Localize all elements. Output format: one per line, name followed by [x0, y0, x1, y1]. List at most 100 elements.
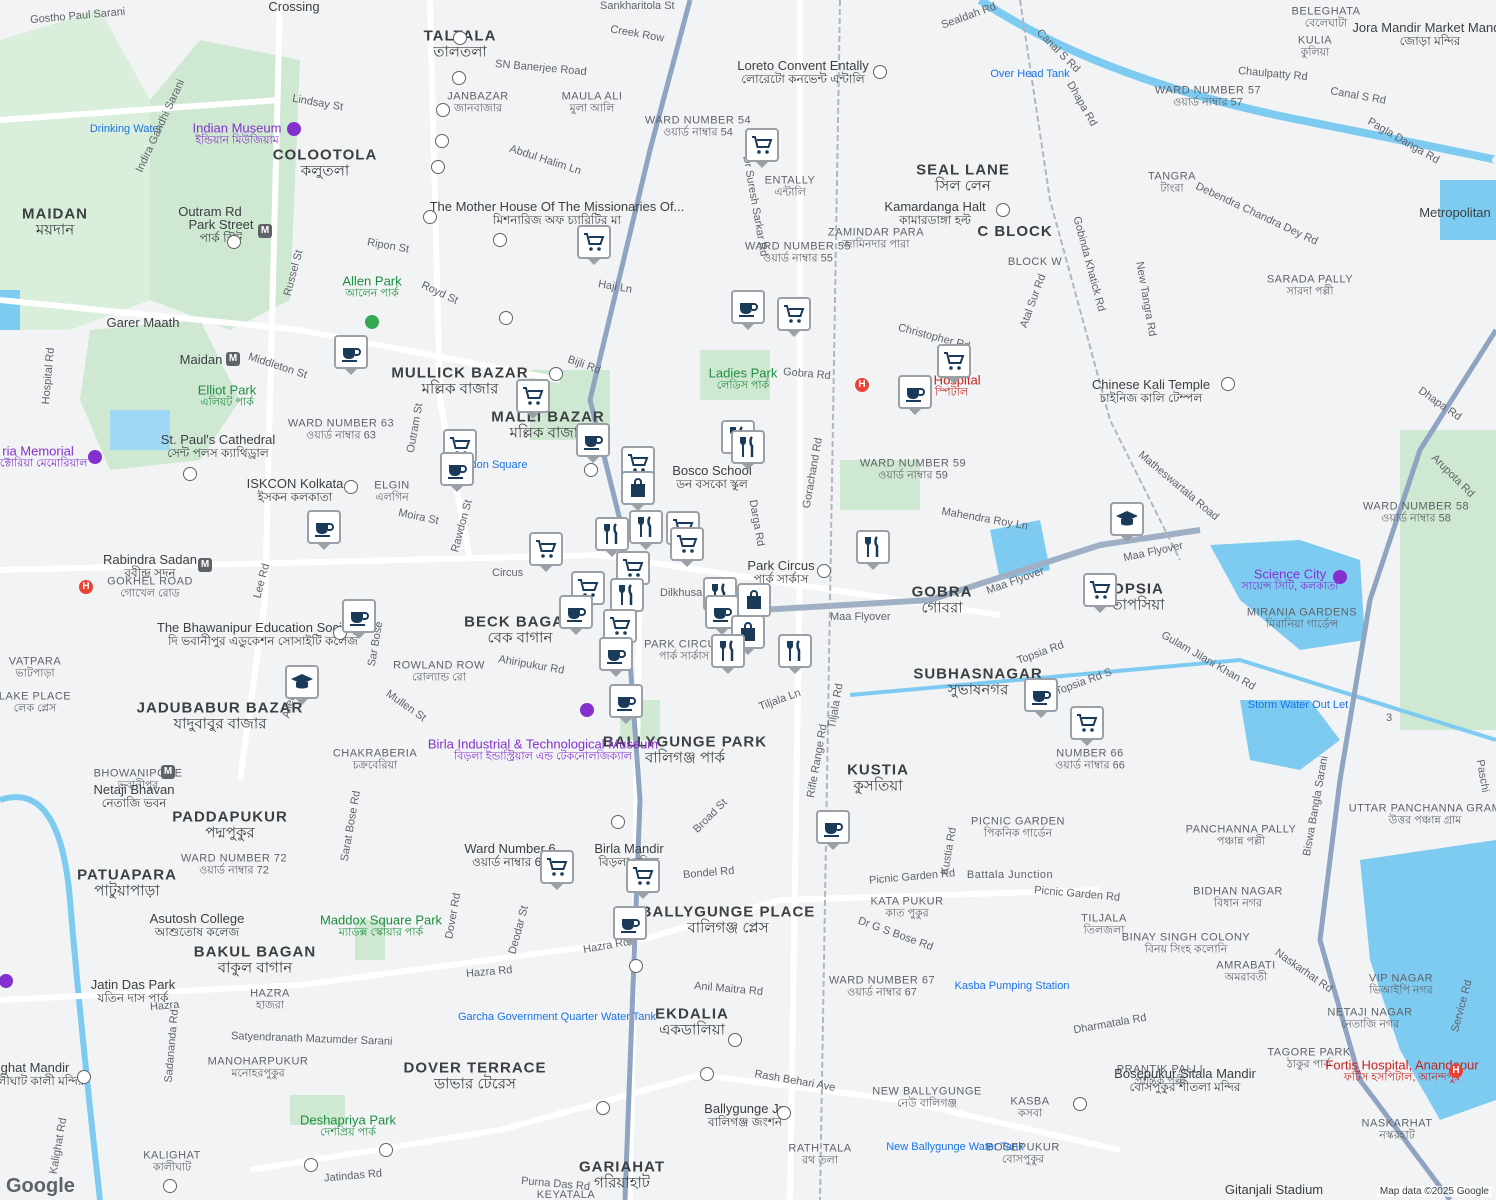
- google-logo[interactable]: Google: [6, 1175, 75, 1198]
- garcha-tank-label: Garcha Government Quarter Water Tank: [458, 1012, 656, 1024]
- hospital-icon[interactable]: H: [79, 580, 93, 594]
- shopping-cart-marker[interactable]: [1083, 573, 1117, 607]
- label-en: Loreto Convent Entally: [737, 57, 869, 73]
- poi-icon[interactable]: [996, 203, 1010, 217]
- vatpara-label: VATPARA ভাটপাড়া: [9, 656, 61, 679]
- label-bn: ওয়ার্ড নাম্বার 67: [847, 986, 917, 998]
- shopping-cart-marker[interactable]: [670, 527, 704, 561]
- label-bn: তালতলা: [433, 43, 487, 60]
- label-bn: ওয়ার্ড নাম্বার 66: [1055, 759, 1125, 771]
- museum-icon[interactable]: [580, 703, 594, 717]
- label-bn: নেউ বালিগঞ্জ: [897, 1097, 957, 1109]
- poi-icon[interactable]: [1221, 377, 1235, 391]
- shopping-bag-marker[interactable]: [737, 583, 771, 617]
- label-bn: কালীঘাট কালী মন্দির: [0, 1073, 85, 1088]
- coffee-icon: [350, 612, 369, 626]
- poi-icon[interactable]: [423, 210, 437, 224]
- metro-station-icon[interactable]: M: [198, 558, 212, 572]
- map-canvas[interactable]: TALTALAতালতলাCOLOOTOLAকলুতলাMAIDANময়দান…: [0, 0, 1496, 1200]
- storm-water-label: Storm Water Out Let: [1248, 700, 1348, 712]
- poi-icon[interactable]: [436, 103, 450, 117]
- poi-icon[interactable]: [777, 1106, 791, 1120]
- new-ballygunge-label: NEW BALLYGUNGE নেউ বালিগঞ্জ: [872, 1086, 982, 1109]
- coffee-marker[interactable]: [731, 290, 765, 324]
- school-marker[interactable]: [285, 665, 319, 699]
- shopping-cart-marker[interactable]: [1070, 706, 1104, 740]
- restaurant-marker[interactable]: [629, 510, 663, 544]
- maidan-west-park: [0, 10, 150, 330]
- poi-icon[interactable]: [77, 1070, 91, 1084]
- coffee-marker[interactable]: [599, 637, 633, 671]
- shopping-cart-marker[interactable]: [937, 344, 971, 378]
- coffee-icon: [584, 436, 603, 450]
- coffee-marker[interactable]: [559, 595, 593, 629]
- coffee-marker[interactable]: [609, 684, 643, 718]
- poi-icon[interactable]: [493, 233, 507, 247]
- poi-icon[interactable]: [453, 31, 467, 45]
- poi-icon[interactable]: [163, 1179, 177, 1193]
- coffee-marker[interactable]: [613, 906, 647, 940]
- coffee-marker[interactable]: [1024, 678, 1058, 712]
- coffee-marker[interactable]: [898, 375, 932, 409]
- hospital-icon[interactable]: H: [855, 378, 869, 392]
- map-attribution[interactable]: Map data ©2025 Google: [1376, 1186, 1492, 1197]
- poi-icon[interactable]: [629, 959, 643, 973]
- poi-icon[interactable]: [431, 160, 445, 174]
- rail-central: [819, 0, 841, 1200]
- museum-icon[interactable]: [287, 122, 301, 136]
- garer-maath-label: Garer Maath: [107, 316, 180, 330]
- poi-icon[interactable]: [379, 1143, 393, 1157]
- coffee-icon: [739, 303, 758, 317]
- shopping-cart-marker[interactable]: [777, 297, 811, 331]
- restaurant-marker[interactable]: [595, 517, 629, 551]
- poi-icon[interactable]: [1073, 1097, 1087, 1111]
- coffee-marker[interactable]: [576, 423, 610, 457]
- poi-icon[interactable]: [499, 311, 513, 325]
- shopping-cart-marker[interactable]: [540, 850, 574, 884]
- metro-station-icon[interactable]: M: [258, 224, 272, 238]
- restaurant-marker[interactable]: [711, 634, 745, 668]
- poi-icon[interactable]: [183, 467, 197, 481]
- poi-icon[interactable]: [452, 71, 466, 85]
- museum-icon[interactable]: [88, 450, 102, 464]
- shopping-cart-marker[interactable]: [745, 128, 779, 162]
- park-tree-icon[interactable]: [365, 315, 379, 329]
- restaurant-marker[interactable]: [731, 430, 765, 464]
- metro-station-icon[interactable]: M: [161, 765, 175, 779]
- poi-icon[interactable]: [344, 480, 358, 494]
- poi-icon[interactable]: [817, 564, 831, 578]
- poi-icon[interactable]: [304, 1158, 318, 1172]
- shopping-bag-icon: [747, 590, 761, 609]
- poi-icon[interactable]: [596, 1101, 610, 1115]
- shopping-cart-marker[interactable]: [516, 379, 550, 413]
- museum-icon[interactable]: [1333, 570, 1347, 584]
- shopping-cart-marker[interactable]: [577, 225, 611, 259]
- shopping-cart-icon: [547, 858, 568, 876]
- coffee-marker[interactable]: [334, 335, 368, 369]
- poi-icon[interactable]: [584, 463, 598, 477]
- poi-icon[interactable]: [227, 235, 241, 249]
- poi-icon[interactable]: [611, 815, 625, 829]
- poi-icon[interactable]: [873, 65, 887, 79]
- coffee-marker[interactable]: [816, 810, 850, 844]
- restaurant-marker[interactable]: [856, 530, 890, 564]
- victoria-memorial-label: ria Memorialভিক্টোরিয়া মেমোরিয়াল: [0, 444, 87, 469]
- poi-icon[interactable]: [549, 367, 563, 381]
- hospital-icon[interactable]: H: [1449, 1064, 1463, 1078]
- poi-icon[interactable]: [435, 134, 449, 148]
- coffee-marker[interactable]: [440, 452, 474, 486]
- coffee-marker[interactable]: [307, 510, 341, 544]
- shopping-bag-marker[interactable]: [621, 471, 655, 505]
- shopping-cart-marker[interactable]: [626, 859, 660, 893]
- shopping-cart-marker[interactable]: [529, 532, 563, 566]
- maula-ali-label: MAULA ALI মুলা আলি: [562, 91, 623, 114]
- metro-station-icon[interactable]: M: [226, 352, 240, 366]
- shopping-cart-icon: [1090, 581, 1111, 599]
- restaurant-marker[interactable]: [610, 578, 644, 612]
- poi-icon[interactable]: [728, 1033, 742, 1047]
- restaurant-marker[interactable]: [778, 634, 812, 668]
- label-bn: ডাভার টেরেস: [434, 1075, 516, 1092]
- coffee-marker[interactable]: [342, 599, 376, 633]
- poi-icon[interactable]: [700, 1067, 714, 1081]
- school-marker[interactable]: [1110, 502, 1144, 536]
